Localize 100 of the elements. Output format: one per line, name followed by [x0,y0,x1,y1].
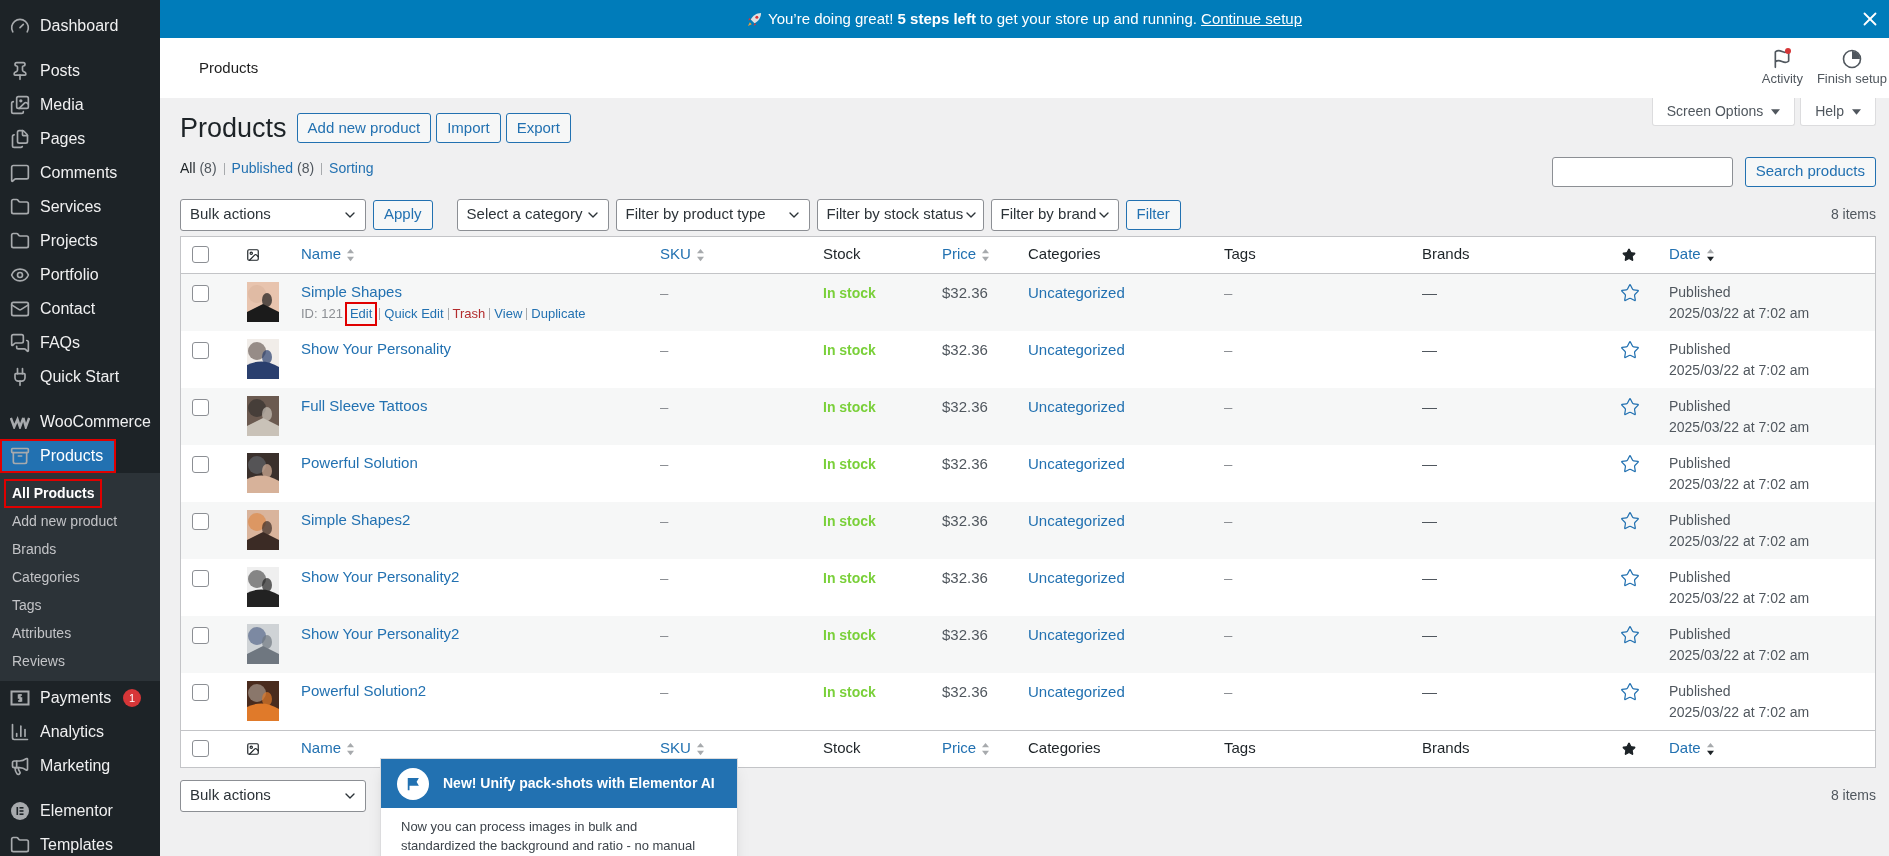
sidebar-item[interactable]: FAQs [0,326,160,360]
checkbox[interactable] [192,455,209,473]
continue-setup-link[interactable]: Continue setup [1201,9,1302,27]
product-name-link[interactable]: Show Your Personality2 [301,566,650,587]
sidebar-item[interactable]: Payments 1 [0,681,160,715]
checkbox[interactable] [192,626,209,644]
star-icon[interactable] [1620,681,1640,702]
star-icon[interactable] [1620,567,1640,588]
stock-status: In stock [823,398,876,415]
sortable-column-header[interactable]: Price [942,243,991,266]
checkbox[interactable] [192,284,209,302]
filter-button[interactable]: Filter [1125,199,1181,230]
submenu-item[interactable]: Attributes [6,620,78,646]
sidebar-item[interactable]: Products [0,439,116,473]
sidebar-item[interactable]: Contact [0,292,160,326]
row-action-link[interactable]: Trash [452,304,486,323]
dropdown-select[interactable]: Filter by product type [615,198,810,231]
header-title: Products [199,57,259,78]
checkbox[interactable] [192,683,209,701]
view-filter-link[interactable]: Sorting [329,158,374,179]
submenu-item[interactable]: Add new product [6,508,124,534]
sidebar-item[interactable]: Templates [0,828,160,856]
row-action-link[interactable]: View [494,304,523,323]
sidebar-item[interactable]: Marketing [0,749,160,783]
sidebar-item[interactable]: Quick Start [0,360,160,394]
star-icon[interactable] [1620,510,1640,531]
sortable-column-header[interactable]: Date [1669,243,1715,266]
sidebar-item[interactable]: Posts [0,54,160,88]
category-link[interactable]: Uncategorized [1028,511,1125,529]
category-link[interactable]: Uncategorized [1028,568,1125,586]
star-icon[interactable] [1620,624,1640,645]
brands-text: — [1422,397,1437,415]
row-action-link[interactable]: Duplicate [531,304,586,323]
dropdown-select[interactable]: Filter by stock status [816,198,984,231]
product-name-link[interactable]: Simple Shapes [301,281,650,302]
checkbox[interactable] [192,740,209,757]
stock-status: In stock [823,626,876,643]
sortable-column-header[interactable]: Date [1669,737,1715,760]
submenu-item[interactable]: All Products [6,480,101,506]
view-filter-link[interactable]: Published (8) [231,158,315,179]
product-name-link[interactable]: Powerful Solution [301,452,650,473]
sortable-column-header[interactable]: Name [301,737,355,760]
screen-options-tab[interactable]: Screen Options [1651,98,1796,126]
checkbox[interactable] [192,569,209,587]
sidebar-item[interactable]: Portfolio [0,258,160,292]
sidebar-item[interactable]: WooCommerce [0,405,160,439]
sortable-column-header[interactable]: Name [301,243,355,266]
sidebar-item[interactable]: Dashboard [0,9,160,43]
search-field[interactable] [1551,156,1733,187]
dropdown-select[interactable]: Bulk actions [180,779,366,812]
sidebar-item[interactable]: Elementor [0,794,160,828]
checkbox[interactable] [192,246,209,263]
star-icon[interactable] [1620,282,1640,303]
star-icon[interactable] [1620,339,1640,360]
checkbox[interactable] [192,512,209,530]
product-name-link[interactable]: Show Your Personality [301,338,650,359]
page-title-button[interactable]: Add new product [296,113,432,144]
star-icon[interactable] [1620,453,1640,474]
row-action-link[interactable]: Edit [346,303,376,324]
sku-text: – [660,625,669,643]
header-action[interactable]: Activity [1761,47,1803,89]
page-title-button[interactable]: Import [436,113,501,144]
category-link[interactable]: Uncategorized [1028,682,1125,700]
header-action[interactable]: Finish setup [1816,47,1887,89]
product-name-link[interactable]: Full Sleeve Tattoos [301,395,650,416]
search-button[interactable]: Search products [1744,156,1876,187]
dropdown-select[interactable]: Filter by brand [990,198,1119,231]
circle-logo-icon [10,801,30,821]
submenu-item[interactable]: Categories [6,564,86,590]
dropdown-select[interactable]: Select a category [456,198,609,231]
product-name-link[interactable]: Simple Shapes2 [301,509,650,530]
sidebar-item[interactable]: Media [0,88,160,122]
page-title-button[interactable]: Export [505,113,571,144]
product-name-link[interactable]: Powerful Solution2 [301,680,650,701]
sidebar-item[interactable]: Services [0,190,160,224]
status-text: Published [1669,282,1732,302]
help-tab[interactable]: Help [1800,98,1876,126]
category-link[interactable]: Uncategorized [1028,283,1125,301]
sidebar-item[interactable]: Analytics [0,715,160,749]
checkbox[interactable] [192,398,209,416]
dropdown-select[interactable]: Bulk actions [180,198,366,231]
sortable-column-header[interactable]: SKU [660,737,705,760]
apply-button[interactable]: Apply [373,199,433,230]
sortable-column-header[interactable]: Price [942,737,991,760]
view-filter-link[interactable]: All (8) [180,158,217,179]
sidebar-item[interactable]: Pages [0,122,160,156]
sidebar-item[interactable]: Projects [0,224,160,258]
category-link[interactable]: Uncategorized [1028,397,1125,415]
star-icon[interactable] [1620,396,1640,417]
sortable-column-header[interactable]: SKU [660,243,705,266]
category-link[interactable]: Uncategorized [1028,625,1125,643]
submenu-item[interactable]: Brands [6,536,63,562]
checkbox[interactable] [192,341,209,359]
category-link[interactable]: Uncategorized [1028,340,1125,358]
product-name-link[interactable]: Show Your Personality2 [301,623,650,644]
row-action-link[interactable]: Quick Edit [384,304,444,323]
category-link[interactable]: Uncategorized [1028,454,1125,472]
submenu-item[interactable]: Tags [6,592,48,618]
submenu-item[interactable]: Reviews [6,648,71,674]
sidebar-item[interactable]: Comments [0,156,160,190]
